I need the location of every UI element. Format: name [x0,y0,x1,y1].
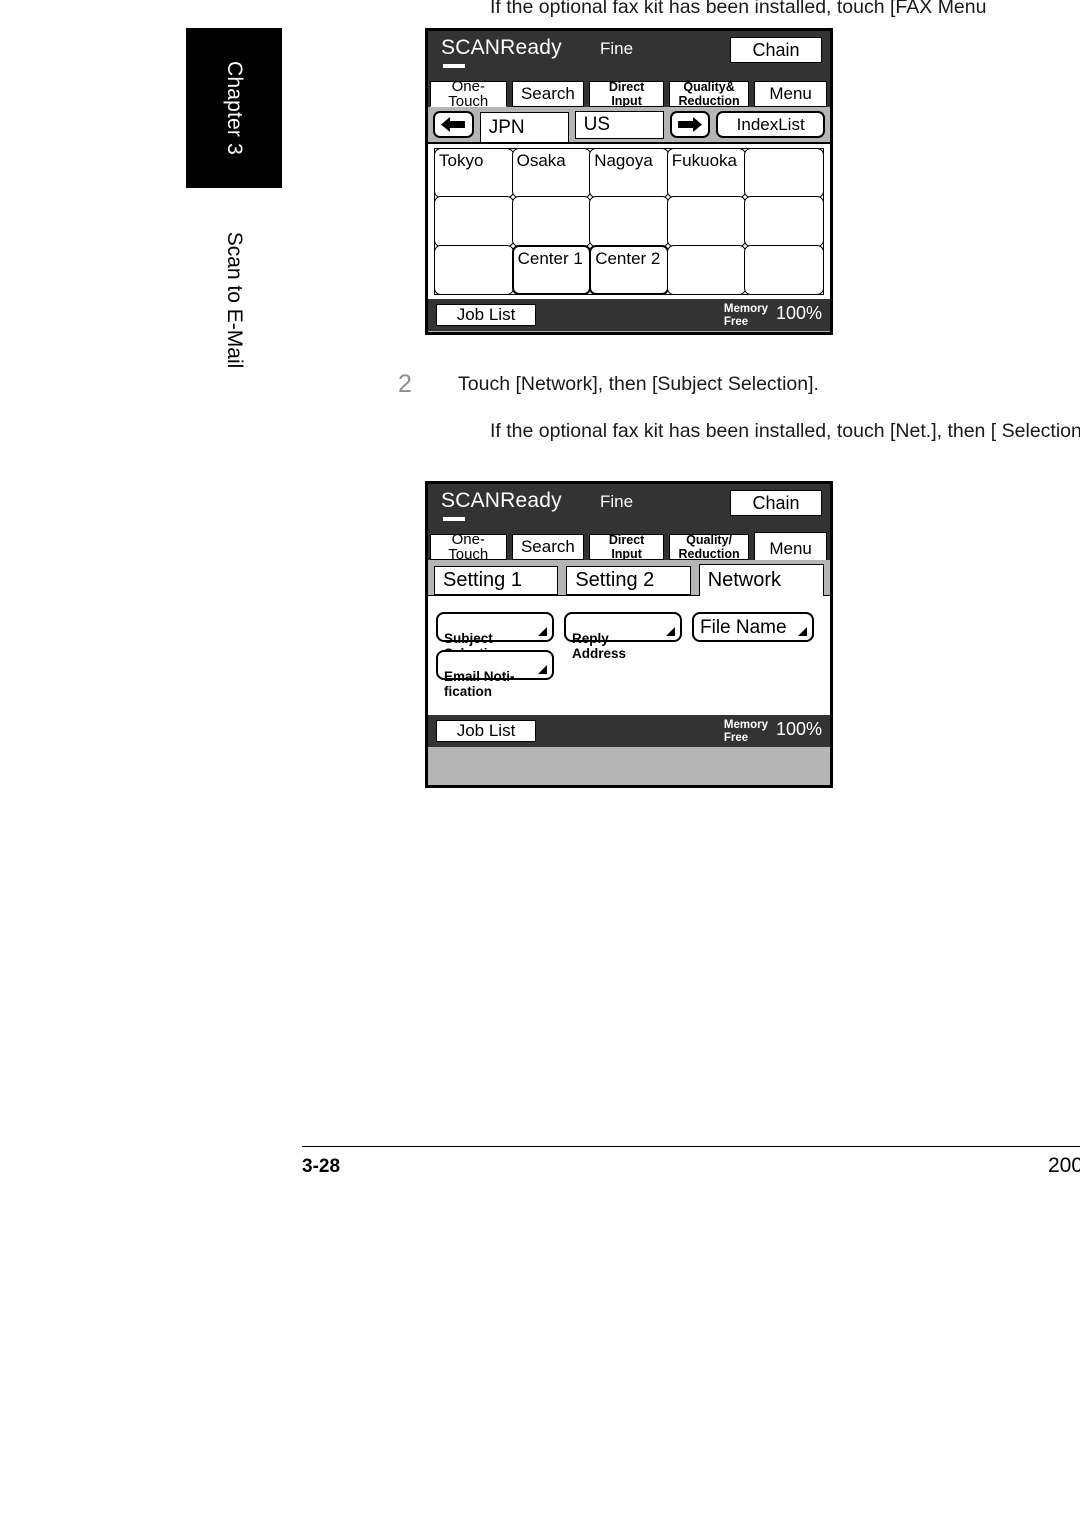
file-name-button[interactable]: File Name [692,612,814,642]
file-name-label: File Name [700,617,787,639]
email-notification-label: Email Noti- fication [444,668,515,699]
section-label: Scan to E-Mail [186,205,282,395]
speed-dial-cell[interactable]: Nagoya [589,148,669,199]
memory-free-label: Memory Free [723,719,768,744]
speed-dial-cell-empty[interactable] [434,244,514,295]
arrow-left-icon[interactable] [433,111,474,138]
memory-free-value: 100% [775,303,822,323]
mode-underline-indicator [443,64,465,68]
tab-network[interactable]: Network [698,564,825,596]
job-list-button[interactable]: Job List [436,720,536,742]
tab-quality-reduction[interactable]: Quality/ Reduction [668,533,750,561]
network-options-area: Subject Selection Reply Address File Nam… [428,595,830,715]
tab-direct-input[interactable]: Direct Input [589,80,664,108]
tab-one-touch[interactable]: One-Touch [430,532,507,562]
step-instruction: Touch [Network], then [Subject Selection… [458,373,819,395]
section-label-text: Scan to E-Mail [223,231,246,369]
speed-dial-cell-empty[interactable] [666,196,747,247]
tab-search[interactable]: Search [511,81,585,107]
note-mid: If the optional fax kit has been install… [490,420,1080,442]
dropdown-corner-icon [538,665,547,674]
dropdown-corner-icon [798,627,807,636]
dropdown-corner-icon [538,627,547,636]
chain-button[interactable]: Chain [730,37,822,63]
reply-address-button[interactable]: Reply Address [564,612,682,661]
speed-dial-cell[interactable]: Fukuoka [666,148,747,199]
speed-dial-grid: Tokyo Osaka Nagoya Fukuoka Center 1 Center 2 [434,148,824,295]
tab-quality-reduction[interactable]: Quality& Reduction [668,80,750,108]
tab-direct-input[interactable]: Direct Input [589,533,664,561]
chapter-tab: Chapter 3 [186,28,282,188]
status-text: SCANReady [441,36,562,59]
speed-dial-cell-empty[interactable] [744,244,824,295]
memory-free-value: 100% [775,719,822,739]
page-year: 200 [1048,1154,1080,1177]
speed-dial-cell-empty[interactable] [589,196,669,247]
lcd-footer: Job List Memory Free 100% [428,299,830,331]
speed-dial-cell[interactable]: Center 2 [589,244,669,295]
quality-text: Fine [600,39,634,58]
quality-text: Fine [600,492,634,511]
index-tab-jpn[interactable]: JPN [479,112,569,143]
tab-search[interactable]: Search [511,534,585,560]
tab-menu[interactable]: Menu [754,81,827,107]
speed-dial-cell[interactable]: Osaka [511,148,592,199]
speed-dial-cell[interactable]: Center 1 [511,244,592,295]
note-top: If the optional fax kit has been install… [490,0,987,18]
chain-button[interactable]: Chain [730,490,822,516]
lcd-panel-network: SCANReady Fine Chain One-Touch Search Di… [425,481,833,788]
reply-address-label: Reply Address [572,630,627,661]
index-tab-us[interactable]: US [574,110,664,139]
network-options-row-1: Subject Selection Reply Address File Nam… [436,612,830,661]
index-nav-row: JPN US IndexList [428,107,830,143]
subject-selection-button[interactable]: Subject Selection [436,612,554,661]
mode-underline-indicator [443,517,465,521]
tab-one-touch[interactable]: One-Touch [430,79,507,109]
lcd-footer: Job List Memory Free 100% [428,715,830,747]
lcd-panel-one-touch: SCANReady Fine Chain One-Touch Search Di… [425,28,833,335]
status-text: SCANReady [441,489,562,512]
dropdown-corner-icon [666,627,675,636]
speed-dial-area: Tokyo Osaka Nagoya Fukuoka Center 1 Center 2 [428,142,830,299]
page-number: 3-28 [302,1156,341,1177]
chapter-tab-label: Chapter 3 [223,60,246,156]
tab-setting-1[interactable]: Setting 1 [434,566,559,595]
speed-dial-cell-empty[interactable] [666,244,747,295]
speed-dial-cell-empty[interactable] [744,148,824,199]
speed-dial-cell-empty[interactable] [744,196,824,247]
lcd-toolbar: One-Touch Search Direct Input Quality& R… [428,78,830,109]
step-number: 2 [398,370,412,398]
job-list-button[interactable]: Job List [436,304,536,326]
arrow-right-icon[interactable] [669,111,711,138]
index-list-button[interactable]: IndexList [716,111,825,138]
settings-tab-row: Setting 1 Setting 2 Network [428,560,830,596]
lcd-header: SCANReady Fine Chain [428,484,830,531]
memory-free-label: Memory Free [723,303,768,328]
lcd-header: SCANReady Fine Chain [428,31,830,78]
footer-divider [302,1146,1080,1147]
network-options-row-2: Email Noti- fication [436,650,830,699]
email-notification-button[interactable]: Email Noti- fication [436,650,554,699]
speed-dial-cell[interactable]: Tokyo [434,148,514,199]
speed-dial-cell-empty[interactable] [511,196,592,247]
tab-setting-2[interactable]: Setting 2 [566,566,691,595]
speed-dial-cell-empty[interactable] [434,196,514,247]
lcd-toolbar: One-Touch Search Direct Input Quality/ R… [428,531,830,565]
